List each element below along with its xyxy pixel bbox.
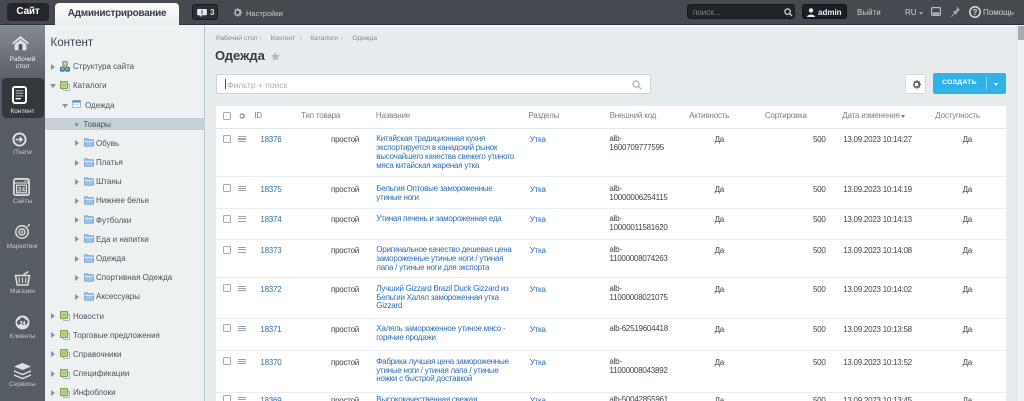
svg-text:24: 24 bbox=[19, 321, 25, 327]
svg-text:?: ? bbox=[973, 8, 978, 17]
svg-text:24: 24 bbox=[18, 187, 26, 194]
